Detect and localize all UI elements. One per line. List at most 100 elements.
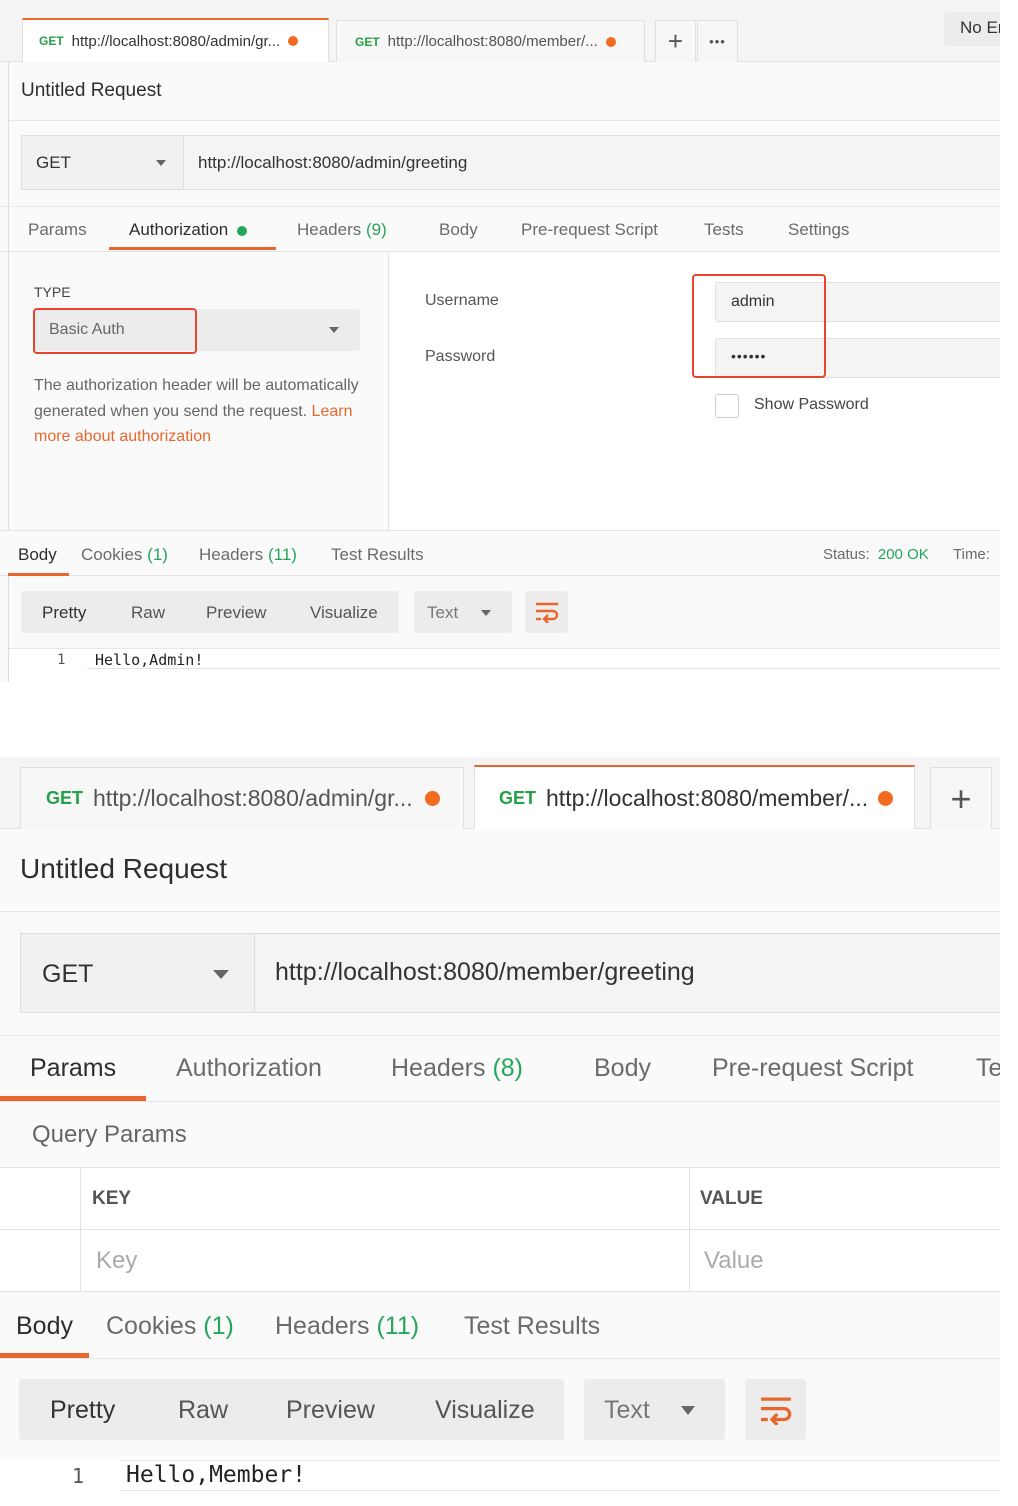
response-tab-body[interactable]: Body <box>16 1312 73 1341</box>
view-preview-button[interactable]: Preview <box>206 603 266 623</box>
wrap-lines-button[interactable] <box>525 591 568 633</box>
query-params-table: KEY VALUE Key Value <box>0 1167 1000 1292</box>
request-subtabs: Params Authorization Headers (9) Body Pr… <box>0 206 1000 252</box>
response-editor[interactable]: 1 Hello,Member! <box>0 1457 1000 1506</box>
view-pretty-button[interactable]: Pretty <box>42 603 86 623</box>
chevron-down-icon <box>481 610 491 616</box>
active-tab-underline <box>8 573 69 576</box>
key-input[interactable]: Key <box>96 1247 137 1275</box>
response-tab-test-results[interactable]: Test Results <box>464 1312 600 1341</box>
response-tab-cookies[interactable]: Cookies (1) <box>81 545 168 565</box>
tab-label: Headers <box>199 545 264 564</box>
tab-headers[interactable]: Headers (8) <box>391 1054 523 1083</box>
show-password-checkbox[interactable] <box>715 394 739 418</box>
method-label: GET <box>46 788 84 808</box>
response-view-group: Pretty Raw Preview Visualize <box>19 1379 564 1440</box>
bottom-request-tab-admin[interactable]: GET http://localhost:8080/admin/gr... <box>20 767 464 829</box>
chevron-down-icon <box>156 160 166 166</box>
response-tab-cookies[interactable]: Cookies (1) <box>106 1312 234 1341</box>
method-selector[interactable]: GET <box>20 933 254 1013</box>
wrap-lines-button[interactable] <box>745 1379 806 1440</box>
view-preview-button[interactable]: Preview <box>286 1396 375 1425</box>
response-content: Hello,Member! <box>126 1462 307 1488</box>
bottom-request-tab-member[interactable]: GET http://localhost:8080/member/... <box>474 765 915 829</box>
query-params-title: Query Params <box>32 1121 187 1148</box>
tab-authorization[interactable]: Authorization <box>176 1054 322 1083</box>
request-subtabs: Params Authorization Headers (8) Body Pr… <box>0 1035 1000 1102</box>
format-select[interactable]: Text <box>414 591 512 633</box>
plus-icon: + <box>950 777 972 819</box>
view-raw-button[interactable]: Raw <box>178 1396 228 1425</box>
response-tab-headers[interactable]: Headers (11) <box>199 545 297 565</box>
active-dot-icon <box>236 225 247 236</box>
editor-underline <box>120 1460 1000 1461</box>
request-title[interactable]: Untitled Request <box>20 853 227 885</box>
response-editor[interactable]: 1 Hello,Admin! <box>9 648 1000 682</box>
method-value: GET <box>42 960 94 988</box>
table-col-divider <box>80 1168 81 1292</box>
request-title[interactable]: Untitled Request <box>21 80 161 102</box>
tab-body[interactable]: Body <box>594 1054 651 1083</box>
unsaved-dot-icon <box>878 790 894 806</box>
unsaved-dot-icon <box>288 36 299 46</box>
tab-settings[interactable]: Settings <box>788 220 849 240</box>
tab-params[interactable]: Params <box>30 1054 116 1083</box>
environment-selector[interactable]: No Er <box>944 12 1000 46</box>
tab-params[interactable]: Params <box>28 220 87 240</box>
tab-tests[interactable]: Te <box>976 1054 1000 1083</box>
top-request-tab-member[interactable]: GET http://localhost:8080/member/... <box>336 20 645 62</box>
more-tabs-button[interactable]: ••• <box>697 20 738 62</box>
status-indicator: Status: 200 OK <box>823 546 929 563</box>
method-label: GET <box>499 787 537 808</box>
response-tab-body[interactable]: Body <box>18 545 57 565</box>
cookies-count: (1) <box>203 1312 234 1340</box>
new-tab-button[interactable]: + <box>655 20 696 62</box>
key-column-header: KEY <box>92 1188 132 1209</box>
auth-description-text: The authorization header will be automat… <box>34 377 359 420</box>
value-input[interactable]: Value <box>704 1247 764 1275</box>
tab-label: Cookies <box>106 1312 197 1340</box>
response-content: Hello,Admin! <box>95 651 204 669</box>
active-tab-underline <box>0 1096 146 1101</box>
more-icon: ••• <box>709 34 726 49</box>
response-tab-test-results[interactable]: Test Results <box>331 545 424 565</box>
top-request-tab-admin[interactable]: GET http://localhost:8080/admin/gr... <box>22 18 329 62</box>
show-password-label[interactable]: Show Password <box>754 396 869 414</box>
tab-label: Headers <box>297 220 362 239</box>
new-tab-button[interactable]: + <box>930 767 992 829</box>
tab-prerequest-script[interactable]: Pre-request Script <box>521 220 658 240</box>
response-tab-headers[interactable]: Headers (11) <box>275 1312 419 1341</box>
url-input[interactable]: http://localhost:8080/admin/greeting <box>183 135 1000 190</box>
format-value: Text <box>427 603 459 622</box>
bottom-postman-panel: GET http://localhost:8080/admin/gr... GE… <box>0 757 1000 1506</box>
tab-headers[interactable]: Headers (9) <box>297 220 387 240</box>
format-value: Text <box>604 1396 650 1424</box>
tab-body[interactable]: Body <box>439 220 478 240</box>
tab-tests[interactable]: Tests <box>704 220 744 240</box>
username-label: Username <box>425 292 499 309</box>
url-input[interactable]: http://localhost:8080/member/greeting <box>254 933 1000 1013</box>
wrap-lines-icon <box>535 602 558 623</box>
method-selector[interactable]: GET <box>21 135 183 190</box>
view-visualize-button[interactable]: Visualize <box>435 1396 535 1425</box>
time-label: Time: <box>953 546 990 563</box>
editor-underline <box>120 1490 1000 1491</box>
view-raw-button[interactable]: Raw <box>131 603 165 623</box>
tab-prerequest-script[interactable]: Pre-request Script <box>712 1054 913 1083</box>
value-column-header: VALUE <box>700 1188 763 1209</box>
cookies-count: (1) <box>147 545 168 564</box>
tab-authorization[interactable]: Authorization <box>129 220 247 240</box>
auth-description: The authorization header will be automat… <box>34 373 364 450</box>
table-row-divider <box>0 1229 1000 1230</box>
highlight-credentials <box>692 274 826 378</box>
tab-url: http://localhost:8080/admin/gr... <box>71 32 281 50</box>
format-select[interactable]: Text <box>584 1379 725 1440</box>
tab-url: http://localhost:8080/member/... <box>387 33 598 50</box>
view-visualize-button[interactable]: Visualize <box>310 603 378 623</box>
headers-count: (9) <box>366 220 387 239</box>
url-value: http://localhost:8080/member/greeting <box>275 958 695 986</box>
method-value: GET <box>36 153 71 172</box>
response-tabs: Body Cookies (1) Headers (11) Test Resul… <box>0 530 1000 576</box>
view-pretty-button[interactable]: Pretty <box>50 1396 115 1425</box>
line-number: 1 <box>57 652 66 668</box>
